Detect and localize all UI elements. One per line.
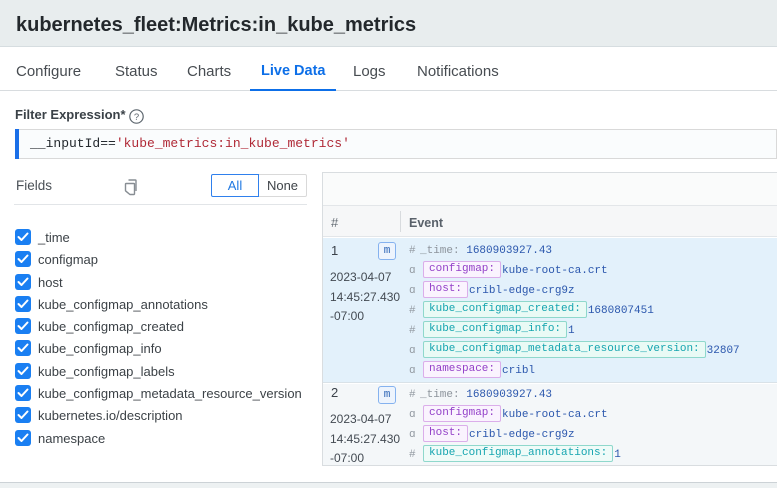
svg-text:?: ? [134,112,139,123]
